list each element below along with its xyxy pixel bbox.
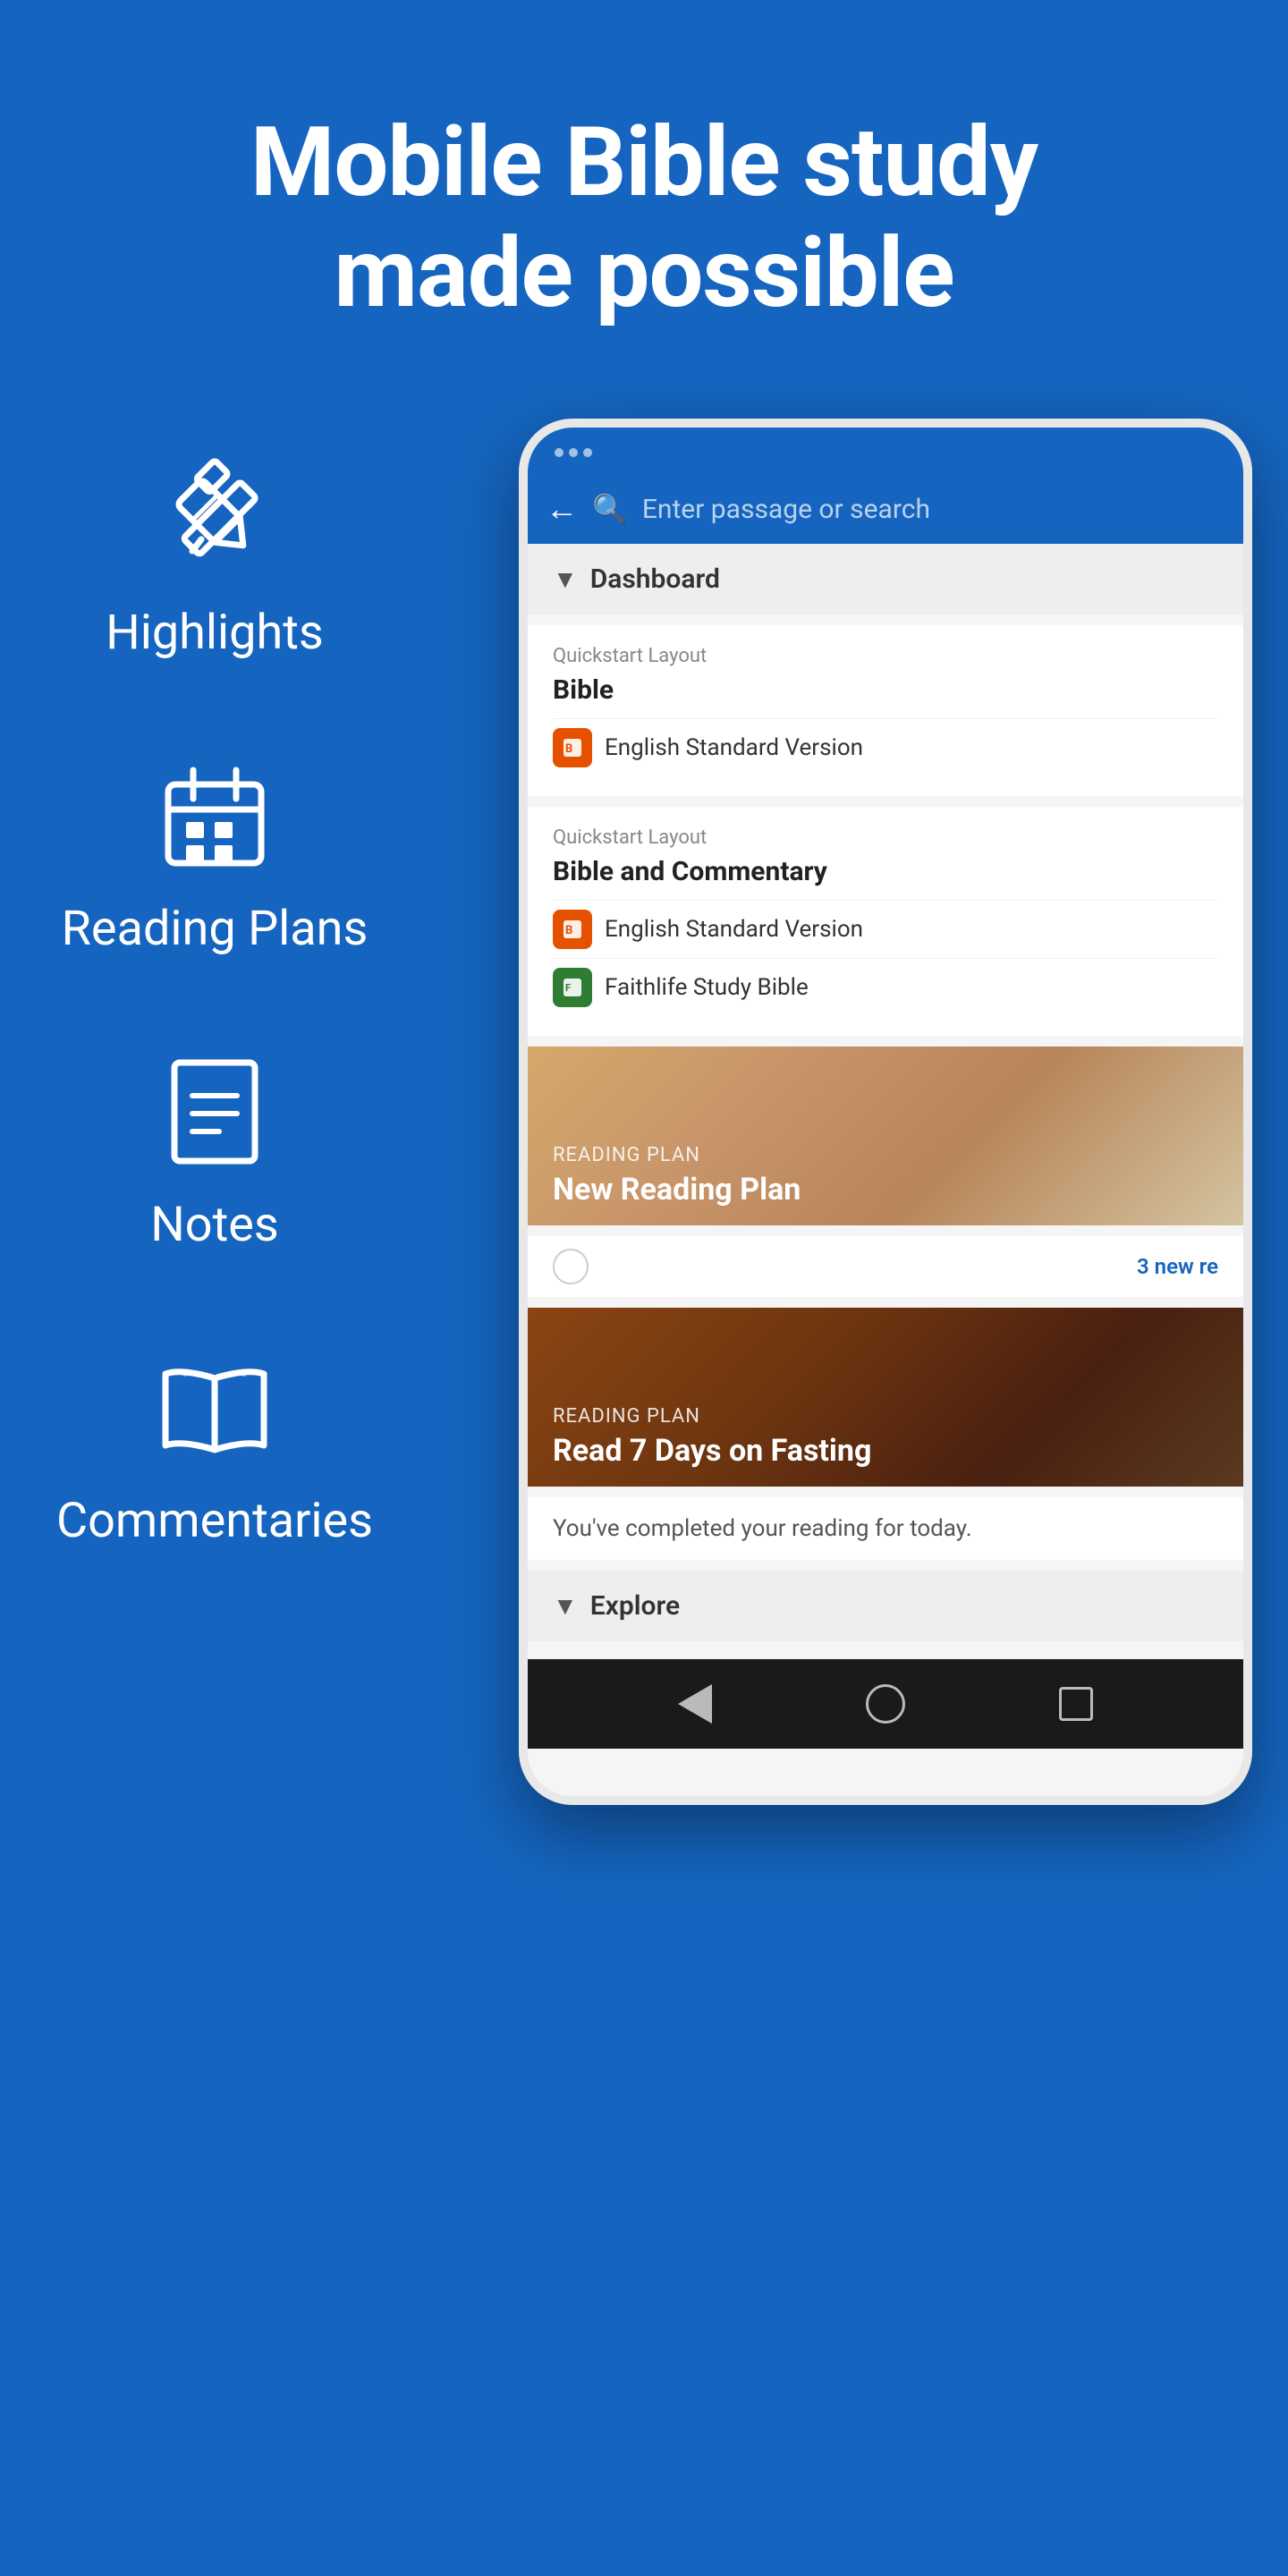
phone-bottom-nav — [528, 1659, 1243, 1749]
search-bar[interactable]: ← 🔍 Enter passage or search — [528, 478, 1243, 544]
quickstart2-label: Quickstart Layout — [553, 826, 1218, 849]
esv-icon-1: B — [553, 728, 592, 767]
faithlife-name: Faithlife Study Bible — [605, 974, 809, 1001]
phone-content: ▼ Dashboard Quickstart Layout Bible B — [528, 544, 1243, 1796]
nav-back-button[interactable] — [668, 1677, 722, 1731]
phone-status-dots — [555, 448, 592, 457]
bottom-spacer — [528, 1641, 1243, 1659]
explore-chevron-icon: ▼ — [553, 1591, 578, 1621]
dot-3 — [583, 448, 592, 457]
svg-text:B: B — [565, 742, 572, 756]
rp-circle-icon — [553, 1249, 589, 1284]
resource-esv-1[interactable]: B English Standard Version — [553, 718, 1218, 776]
highlights-feature: Highlights — [106, 454, 324, 661]
nav-recent-button[interactable] — [1049, 1677, 1103, 1731]
content-area: Highlights Reading Plans — [0, 401, 1288, 1805]
phone-mockup: ← 🔍 Enter passage or search ▼ Dashboard … — [519, 419, 1252, 1805]
rp2-title: Read 7 Days on Fasting — [553, 1433, 1218, 1469]
dot-1 — [555, 448, 564, 457]
fasting-completed-text: You've completed your reading for today. — [528, 1497, 1243, 1560]
hero-section: Mobile Bible study made possible — [0, 0, 1288, 401]
dashboard-title: Dashboard — [590, 564, 720, 595]
notes-feature: Notes — [150, 1046, 279, 1253]
reading-plans-label: Reading Plans — [62, 901, 369, 957]
fasting-card-inner: Reading Plan Read 7 Days on Fasting — [528, 1387, 1243, 1487]
dashboard-chevron-icon: ▼ — [553, 564, 578, 594]
svg-text:B: B — [565, 924, 572, 937]
highlights-icon — [152, 454, 277, 580]
svg-text:F: F — [565, 982, 571, 994]
resource-esv-2[interactable]: B English Standard Version — [553, 900, 1218, 958]
commentaries-label: Commentaries — [56, 1493, 373, 1549]
search-icon: 🔍 — [592, 492, 628, 526]
reading-plan-new-card[interactable]: Reading Plan New Reading Plan — [528, 1046, 1243, 1225]
phone-container: ← 🔍 Enter passage or search ▼ Dashboard … — [394, 401, 1252, 1805]
reading-plans-icon — [152, 750, 277, 876]
dashboard-header[interactable]: ▼ Dashboard — [528, 544, 1243, 614]
dot-2 — [569, 448, 578, 457]
phone-status-bar — [528, 428, 1243, 478]
faithlife-icon: F — [553, 968, 592, 1007]
quickstart-bible-card[interactable]: Quickstart Layout Bible B English Standa… — [528, 625, 1243, 796]
nav-home-icon — [866, 1684, 905, 1724]
esv-name-1: English Standard Version — [605, 734, 863, 761]
commentaries-feature: Commentaries — [56, 1343, 373, 1549]
notes-label: Notes — [150, 1197, 279, 1253]
quickstart-commentary-card[interactable]: Quickstart Layout Bible and Commentary B… — [528, 807, 1243, 1036]
esv-icon-2: B — [553, 910, 592, 949]
rp2-label: Reading Plan — [553, 1405, 1218, 1428]
highlights-label: Highlights — [106, 605, 324, 661]
rp-new-count: 3 new re — [1137, 1254, 1218, 1279]
quickstart1-label: Quickstart Layout — [553, 645, 1218, 667]
quickstart1-title: Bible — [553, 674, 1218, 706]
explore-header[interactable]: ▼ Explore — [528, 1571, 1243, 1641]
reading-plan-new-footer[interactable]: 3 new re — [528, 1236, 1243, 1297]
rp1-title: New Reading Plan — [553, 1172, 1218, 1208]
commentaries-icon — [152, 1343, 277, 1468]
reading-plan-new-bg: Reading Plan New Reading Plan — [528, 1046, 1243, 1225]
search-input[interactable]: Enter passage or search — [642, 494, 1225, 525]
esv-name-2: English Standard Version — [605, 916, 863, 943]
page-bottom-padding — [0, 1805, 1288, 1894]
reading-plans-feature: Reading Plans — [62, 750, 369, 957]
features-column: Highlights Reading Plans — [36, 401, 394, 1549]
explore-title: Explore — [590, 1590, 680, 1622]
resource-faithlife[interactable]: F Faithlife Study Bible — [553, 958, 1218, 1016]
back-button[interactable]: ← — [546, 490, 578, 528]
nav-home-button[interactable] — [859, 1677, 912, 1731]
reading-plan-fasting-bg: Reading Plan Read 7 Days on Fasting — [528, 1308, 1243, 1487]
nav-back-icon — [678, 1684, 712, 1724]
reading-plan-fasting-card[interactable]: Reading Plan Read 7 Days on Fasting — [528, 1308, 1243, 1487]
quickstart2-title: Bible and Commentary — [553, 856, 1218, 887]
notes-icon — [152, 1046, 277, 1172]
rp1-label: Reading Plan — [553, 1144, 1218, 1166]
nav-recent-icon — [1059, 1687, 1093, 1721]
hero-title: Mobile Bible study made possible — [54, 107, 1234, 329]
